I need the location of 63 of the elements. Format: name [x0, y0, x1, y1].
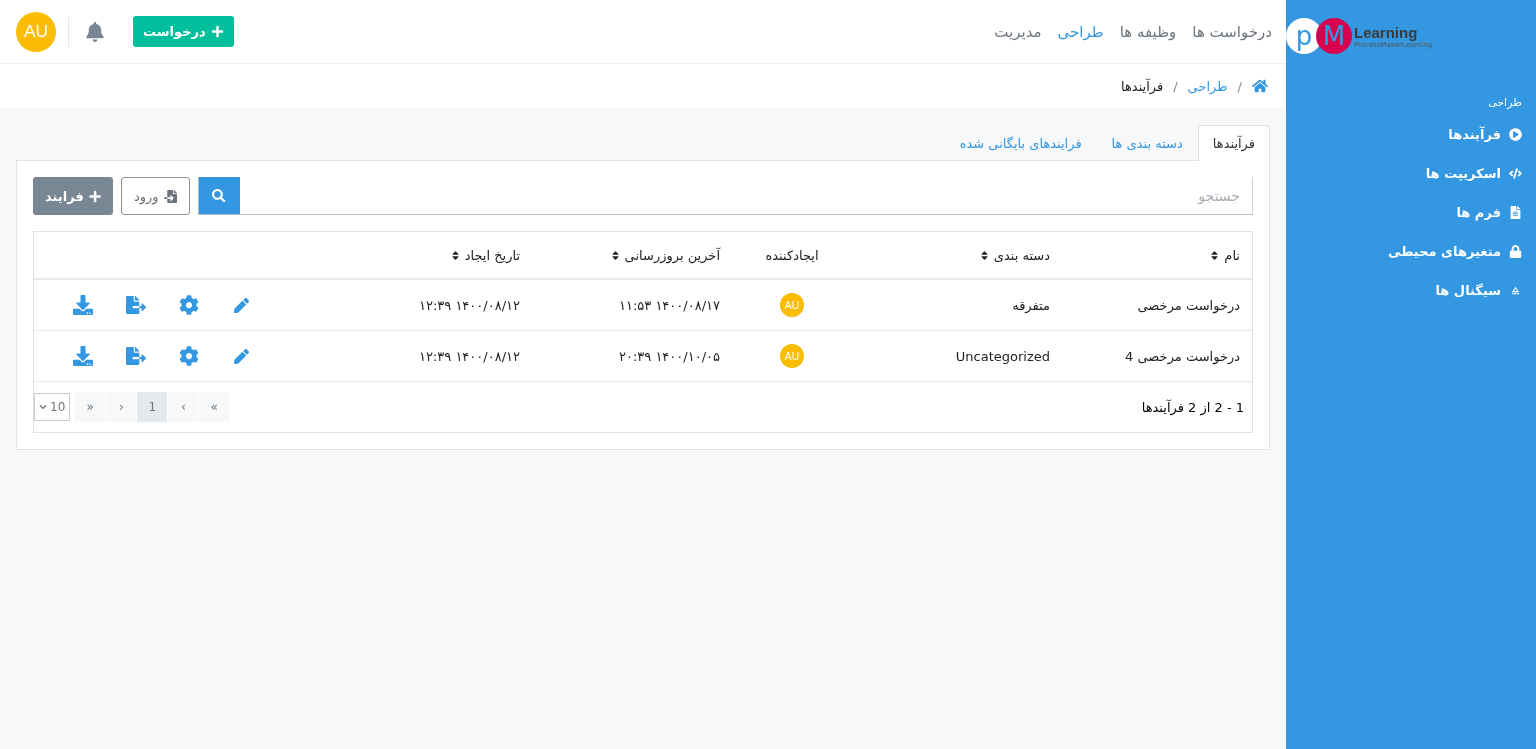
settings-icon[interactable] [178, 295, 199, 315]
results-summary: 1 - 2 از 2 فرآیندها [1141, 399, 1244, 415]
logo-letter: M [1316, 18, 1352, 54]
breadcrumb-separator: / [1237, 78, 1242, 94]
search-icon [212, 188, 226, 203]
document-icon [1509, 206, 1522, 219]
breadcrumb-link[interactable]: طراحی [1187, 78, 1228, 94]
column-header[interactable]: آخرین بروزرسانی [532, 232, 732, 280]
column-header[interactable]: دسته بندی [852, 232, 1062, 280]
column-header[interactable]: تاریخ ایجاد [352, 232, 532, 280]
nav-link[interactable]: طراحی [1057, 22, 1104, 41]
import-button[interactable]: ورود [121, 177, 190, 215]
table-cell: ۱۴۰۰/۰۸/۱۲ ۱۲:۳۹ [352, 280, 532, 331]
chevron-down-icon [39, 403, 47, 411]
settings-icon[interactable] [178, 346, 199, 366]
sidebar-section-title: طراحی [1487, 96, 1522, 109]
pagination-button[interactable]: » [199, 392, 230, 422]
pagination-button[interactable]: ‹ [106, 392, 137, 422]
pagination-button[interactable]: › [168, 392, 199, 422]
breadcrumb-separator: / [1173, 78, 1178, 94]
plus-icon [88, 189, 101, 203]
table-cell: درخواست مرخصی [1062, 280, 1252, 331]
per-page-select[interactable]: 10 [34, 393, 71, 421]
nav-link[interactable]: درخواست ها [1192, 22, 1272, 41]
file-import-icon [163, 189, 177, 203]
sidebar-item[interactable]: فرآیندها [1286, 115, 1522, 154]
table-cell: متفرقه [852, 280, 1062, 331]
lock-icon [1509, 245, 1522, 258]
download-icon[interactable] [72, 346, 93, 366]
tab[interactable]: دسته بندی ها [1096, 125, 1198, 161]
table-cell: Uncategorized [852, 331, 1062, 382]
breadcrumb-current: فرآیندها [1121, 78, 1164, 94]
file-export-icon[interactable] [125, 346, 146, 366]
code-icon [1509, 167, 1522, 180]
pagination-button[interactable]: 1 [137, 392, 168, 422]
table-cell: درخواست مرخصی 4 [1062, 331, 1252, 382]
sidebar-item[interactable]: متغیرهای محیطی [1286, 232, 1522, 271]
notification-bell-icon[interactable] [85, 21, 105, 42]
tab[interactable]: فرایندهای بایگانی شده [944, 125, 1097, 161]
home-icon[interactable] [1252, 78, 1268, 94]
tab[interactable]: فرآیندها [1197, 125, 1270, 161]
table-cell: ۱۴۰۰/۰۸/۱۲ ۱۲:۳۹ [352, 331, 532, 382]
download-icon[interactable] [72, 295, 93, 315]
sidebar-item[interactable]: فرم ها [1286, 193, 1522, 232]
column-header: ایجادکننده [732, 232, 852, 280]
new-process-button[interactable]: فرایند [33, 177, 113, 215]
creator-avatar: AU [780, 293, 804, 317]
nav-link[interactable]: وظیفه ها [1119, 22, 1177, 41]
file-export-icon[interactable] [125, 295, 146, 315]
sidebar-item[interactable]: اسکریپت ها [1286, 154, 1522, 193]
logo-word: Learning [1354, 23, 1418, 41]
pagination-button[interactable]: « [75, 392, 106, 422]
plus-icon [210, 25, 224, 38]
sidebar-item[interactable]: سیگنال ها [1286, 271, 1522, 310]
table-cell: ۱۴۰۰/۰۸/۱۷ ۱۱:۵۳ [532, 280, 732, 331]
table-cell: ۱۴۰۰/۱۰/۰۵ ۲۰:۳۹ [532, 331, 732, 382]
edit-icon[interactable] [234, 297, 249, 313]
play-icon [1509, 128, 1522, 141]
column-header[interactable]: نام [1062, 232, 1252, 280]
creator-avatar: AU [780, 344, 804, 368]
edit-icon[interactable] [234, 348, 249, 364]
nav-link[interactable]: مدیریت [994, 22, 1042, 41]
search-button[interactable] [198, 177, 240, 214]
